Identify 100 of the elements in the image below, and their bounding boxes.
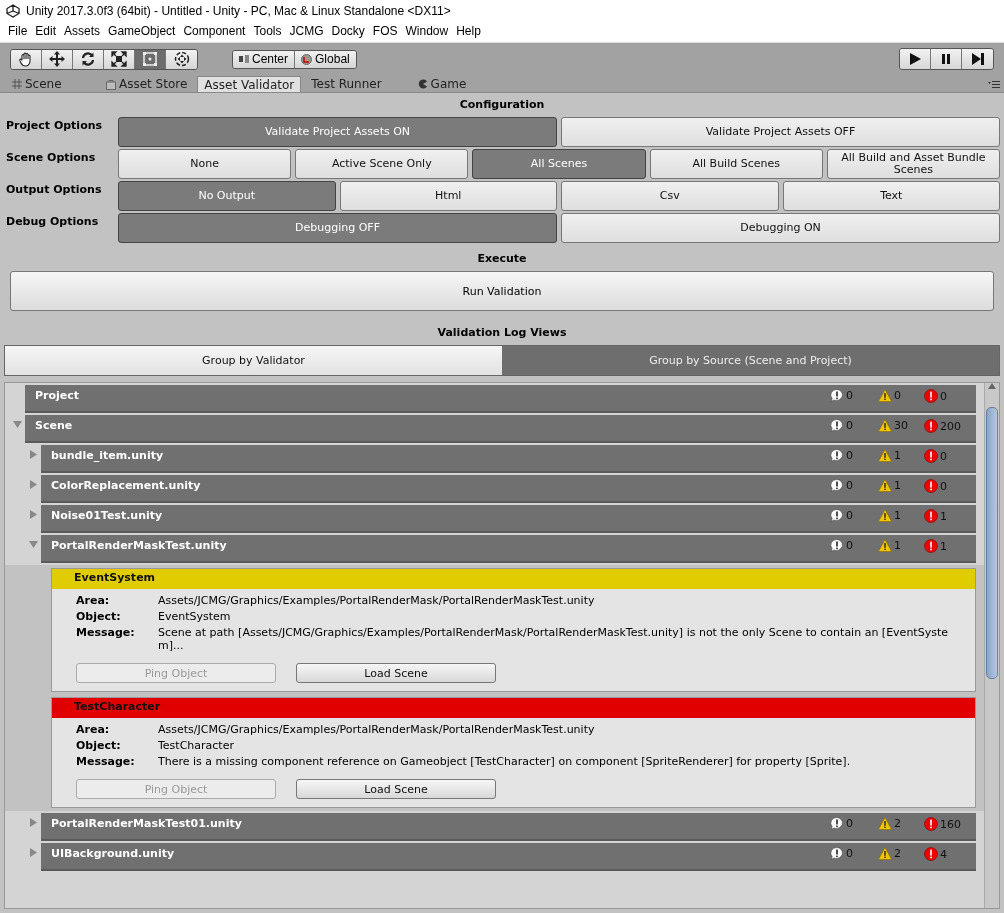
transform-tool-button[interactable]: [166, 49, 197, 69]
field-label: Area:: [76, 723, 111, 736]
scale-tool-button[interactable]: [104, 49, 135, 69]
warning-count: 2: [894, 847, 901, 860]
editor-tab[interactable]: Game: [411, 76, 473, 92]
error-icon: [924, 509, 938, 523]
warning-count: 1: [894, 479, 901, 492]
menu-item[interactable]: JCMG: [285, 22, 328, 42]
option-toggle[interactable]: Debugging ON: [561, 213, 1000, 243]
run-validation-button[interactable]: Run Validation: [10, 271, 994, 311]
entry-action-button[interactable]: Load Scene: [296, 779, 496, 799]
pivot-toggle[interactable]: Center: [233, 50, 296, 68]
option-label: Debug Options: [6, 214, 100, 228]
info-count: 0: [846, 419, 853, 432]
info-icon: [830, 817, 844, 830]
tree-row[interactable]: Project 0 0 0: [25, 385, 976, 413]
scroll-up-icon[interactable]: [988, 383, 996, 389]
scrollbar[interactable]: [984, 383, 999, 908]
option-toggle[interactable]: Active Scene Only: [295, 149, 469, 179]
scrollbar-thumb[interactable]: [986, 407, 998, 679]
rect-tool-button[interactable]: [135, 49, 166, 69]
pause-button[interactable]: [931, 49, 962, 69]
menu-item[interactable]: Edit: [31, 22, 61, 42]
hand-icon: [18, 51, 34, 67]
tree-row[interactable]: PortalRenderMaskTest.unity 0 1 1: [41, 535, 976, 563]
editor-tab[interactable]: Scene: [6, 76, 96, 92]
info-count: 0: [846, 817, 853, 830]
editor-tab[interactable]: Asset Store: [100, 76, 194, 92]
tree-row[interactable]: ColorReplacement.unity 0 1 0: [41, 475, 976, 503]
tree-row[interactable]: bundle_item.unity 0 1 0: [41, 445, 976, 473]
play-button[interactable]: [900, 49, 931, 69]
tree-row[interactable]: PortalRenderMaskTest01.unity 0 2 160: [41, 813, 976, 841]
menu-item[interactable]: Window: [401, 22, 453, 42]
field-value: EventSystem: [158, 610, 232, 623]
tab-menu-icon[interactable]: [988, 81, 1000, 88]
error-icon: [924, 847, 938, 861]
option-toggle[interactable]: Validate Project Assets OFF: [561, 117, 1000, 147]
menu-item[interactable]: Tools: [249, 22, 286, 42]
field-label: Message:: [76, 755, 136, 768]
tree-row[interactable]: Noise01Test.unity 0 1 1: [41, 505, 976, 533]
move-arrows-icon: [49, 51, 65, 67]
option-toggle[interactable]: Csv: [561, 181, 779, 211]
warning-icon: [878, 479, 892, 492]
warning-icon: [878, 509, 892, 522]
menu-item[interactable]: Assets: [60, 22, 105, 42]
tree-row[interactable]: Scene 0 30 200: [25, 415, 976, 443]
tree-row-label: PortalRenderMaskTest.unity: [51, 538, 228, 552]
grid-icon: [12, 79, 22, 89]
rect-tool-icon: [142, 51, 158, 67]
field-label: Object:: [76, 610, 122, 623]
error-count: 160: [940, 817, 961, 831]
log-entry-title: EventSystem: [52, 569, 975, 589]
error-count: 0: [940, 479, 947, 493]
info-count: 0: [846, 509, 853, 522]
warning-count: 1: [894, 509, 901, 522]
option-toggle[interactable]: All Build Scenes: [649, 149, 823, 179]
global-toggle[interactable]: Global: [295, 50, 356, 68]
error-count: 0: [940, 449, 947, 463]
move-tool-button[interactable]: [42, 49, 73, 69]
menu-item[interactable]: File: [4, 22, 32, 42]
option-toggle[interactable]: Text: [782, 181, 1000, 211]
menu-item[interactable]: FOS: [368, 22, 402, 42]
field-value: TestCharacter: [158, 739, 235, 752]
option-toggle[interactable]: None: [118, 149, 292, 179]
option-toggle[interactable]: All Scenes: [472, 149, 646, 179]
option-toggle[interactable]: No Output: [118, 181, 336, 211]
info-icon: [830, 449, 844, 462]
view-tab[interactable]: Group by Source (Scene and Project): [502, 346, 999, 375]
option-toggle[interactable]: Html: [339, 181, 557, 211]
window-title: Unity 2017.3.0f3 (64bit) - Untitled - Unity - PC, Mac & Linux Standalone <DX11>: [26, 4, 451, 18]
warning-icon: [878, 449, 892, 462]
menu-item[interactable]: GameObject: [104, 22, 180, 42]
menu-item[interactable]: Docky: [327, 22, 369, 42]
option-toggle[interactable]: All Build and Asset Bundle Scenes: [826, 149, 1000, 179]
warning-count: 30: [894, 419, 908, 432]
error-count: 200: [940, 419, 961, 433]
log-entry-title: TestCharacter: [52, 698, 975, 718]
hand-tool-button[interactable]: [11, 49, 42, 69]
info-count: 0: [846, 847, 853, 860]
view-tab[interactable]: Group by Validator: [5, 346, 502, 375]
error-icon: [924, 449, 938, 463]
warning-count: 2: [894, 817, 901, 830]
entry-action-button[interactable]: Load Scene: [296, 663, 496, 683]
field-value: There is a missing component reference on Gameobject [TestCharacter] on component [SpriteRenderer] for property [Sprite].: [158, 755, 852, 768]
option-toggle[interactable]: Validate Project Assets ON: [118, 117, 557, 147]
tree-row[interactable]: UIBackground.unity 0 2 4: [41, 843, 976, 871]
option-toggle[interactable]: Debugging OFF: [118, 213, 557, 243]
rotate-tool-button[interactable]: [73, 49, 104, 69]
pacman-icon: [417, 79, 428, 89]
editor-tab[interactable]: Test Runner: [305, 76, 388, 92]
section-heading: Validation Log Views: [437, 326, 567, 339]
tree-row-label: ColorReplacement.unity: [51, 478, 202, 492]
rotate-icon: [80, 51, 96, 67]
menu-item[interactable]: Component: [179, 22, 250, 42]
pause-icon: [939, 52, 953, 66]
tree-row-label: UIBackground.unity: [51, 846, 176, 860]
pivot-icon: [239, 55, 249, 63]
menu-item[interactable]: Help: [452, 22, 485, 42]
editor-tab[interactable]: Asset Validator: [197, 76, 302, 92]
step-button[interactable]: [962, 49, 993, 69]
